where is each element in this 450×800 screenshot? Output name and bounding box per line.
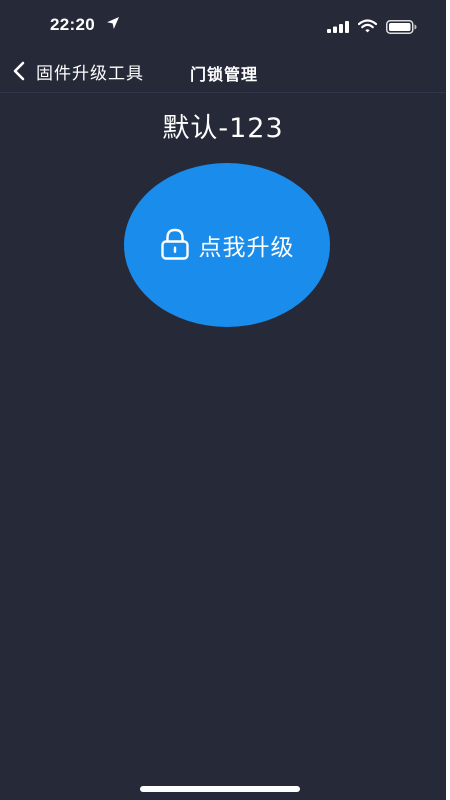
- location-arrow-icon: [107, 17, 119, 29]
- wifi-icon: [358, 19, 377, 33]
- lock-icon: [160, 228, 189, 260]
- status-time: 22:20: [50, 15, 95, 34]
- home-indicator[interactable]: [140, 786, 300, 792]
- status-bar: 22:20: [0, 0, 446, 50]
- nav-divider: [0, 92, 446, 93]
- chevron-left-icon: [13, 61, 25, 81]
- back-button[interactable]: 固件升级工具: [12, 56, 144, 86]
- upgrade-button-label: 点我升级: [198, 235, 295, 261]
- battery-icon: [386, 20, 417, 34]
- back-label: 固件升级工具: [36, 63, 144, 84]
- signal-icon: [327, 21, 349, 33]
- device-name: 默认-123: [162, 113, 284, 144]
- app-screen: 22:20 固件升级工具 门锁管理 默认-123 点我升级: [0, 0, 446, 800]
- upgrade-button[interactable]: 点我升级: [124, 163, 330, 327]
- page-title: 门锁管理: [190, 65, 259, 84]
- navigation-bar: 固件升级工具 门锁管理: [0, 50, 446, 93]
